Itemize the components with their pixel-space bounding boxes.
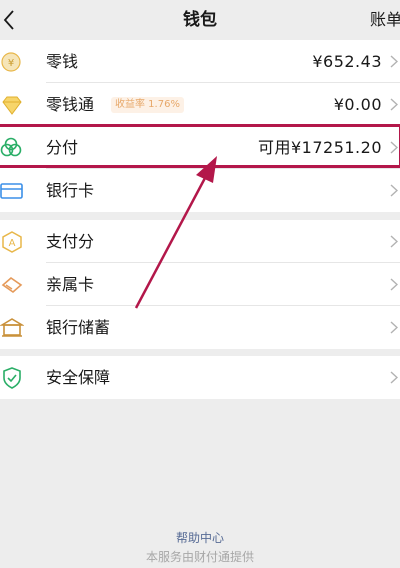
- chevron-right-icon: [390, 278, 398, 291]
- chevron-right-icon: [390, 321, 398, 334]
- yield-badge: 收益率 1.76%: [111, 97, 184, 113]
- row-label: 支付分: [46, 232, 95, 251]
- chevron-right-icon: [390, 371, 398, 384]
- row-label: 银行储蓄: [46, 318, 111, 337]
- bill-button[interactable]: 账单: [370, 0, 400, 40]
- page-title: 钱包: [183, 10, 217, 30]
- row-lingqiantong[interactable]: 零钱通 收益率 1.76% ¥0.00: [0, 83, 400, 126]
- family-card-icon: [1, 276, 23, 294]
- row-value: ¥652.43: [312, 52, 382, 71]
- pay-score-icon: A: [2, 231, 22, 253]
- chevron-right-icon: [390, 55, 398, 68]
- chevron-right-icon: [390, 184, 398, 197]
- chevron-right-icon: [390, 98, 398, 111]
- row-bank-savings[interactable]: 银行储蓄: [0, 306, 400, 349]
- svg-text:A: A: [9, 238, 16, 249]
- top-nav-bar: 钱包 账单: [0, 0, 400, 40]
- row-label: 零钱通: [46, 95, 95, 114]
- shield-icon: [3, 367, 21, 389]
- security-group: 安全保障: [0, 356, 400, 399]
- bank-savings-icon: [0, 318, 24, 337]
- row-bank-card[interactable]: 银行卡: [0, 169, 400, 212]
- row-label: 银行卡: [46, 181, 95, 200]
- help-center-link[interactable]: 帮助中心: [0, 529, 400, 546]
- chevron-right-icon: [390, 235, 398, 248]
- row-pay-score[interactable]: A 支付分: [0, 220, 400, 263]
- row-value: ¥0.00: [333, 95, 382, 114]
- bank-card-icon: [0, 183, 23, 199]
- row-label: 安全保障: [46, 368, 111, 387]
- annotation-highlight-box: [0, 124, 400, 168]
- coin-icon: ¥: [1, 52, 21, 72]
- row-label: 亲属卡: [46, 275, 95, 294]
- service-provider-note: 本服务由财付通提供: [145, 550, 254, 564]
- svg-text:¥: ¥: [8, 58, 14, 69]
- row-change[interactable]: ¥ 零钱 ¥652.43: [0, 40, 400, 83]
- row-security[interactable]: 安全保障: [0, 356, 400, 399]
- row-family-card[interactable]: 亲属卡: [0, 263, 400, 306]
- diamond-icon: [2, 96, 22, 115]
- row-label: 零钱: [46, 52, 79, 71]
- services-group: A 支付分 亲属卡 银行储蓄: [0, 220, 400, 349]
